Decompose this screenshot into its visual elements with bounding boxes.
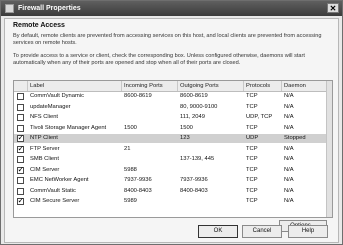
cell-daemon: N/A xyxy=(284,166,294,173)
cell-label: NFS Client xyxy=(30,114,59,120)
cell-incoming-ports: 5989 xyxy=(124,198,137,204)
cell-label: EMC NetWorker Agent xyxy=(30,177,89,183)
row-checkbox[interactable] xyxy=(17,156,24,163)
remote-access-panel: Remote Access By default, remote clients… xyxy=(4,18,339,243)
cell-label: SMB Client xyxy=(30,156,59,162)
cell-protocols: UDP, TCP xyxy=(246,114,273,120)
cell-outgoing-ports: 111, 2049 xyxy=(180,114,205,120)
cell-outgoing-ports: 8400-8403 xyxy=(180,187,208,194)
cell-protocols: TCP xyxy=(246,145,258,152)
table-row[interactable]: SMB Client 137-139, 445 TCP N/A xyxy=(14,155,332,164)
cell-protocols: TCP xyxy=(246,177,258,183)
cell-incoming-ports xyxy=(122,113,178,122)
cell-protocols: TCP xyxy=(246,103,258,110)
cell-outgoing-ports: 123 xyxy=(180,135,190,141)
table-row[interactable]: CIM Secure Server 5989 TCP N/A xyxy=(14,196,332,206)
cell-label: Tivoli Storage Manager Agent xyxy=(30,124,107,131)
row-checkbox[interactable] xyxy=(17,133,24,142)
cancel-button[interactable]: Cancel xyxy=(242,225,282,238)
row-checkbox[interactable] xyxy=(17,187,24,195)
header-protocols[interactable]: Protocols xyxy=(244,81,282,91)
cell-outgoing-ports xyxy=(178,145,244,154)
table-row[interactable]: Tivoli Storage Manager Agent 1500 1500 TCP N… xyxy=(14,124,332,133)
cell-daemon: N/A xyxy=(284,198,294,204)
cell-daemon: N/A xyxy=(284,145,294,152)
cell-label: NTP Client xyxy=(30,135,58,141)
table-row[interactable]: CIM Server 5988 TCP N/A xyxy=(14,165,332,175)
cell-incoming-ports: 5988 xyxy=(124,166,137,173)
row-checkbox[interactable] xyxy=(17,124,24,132)
header-incoming-ports[interactable]: Incoming Ports xyxy=(122,81,178,91)
cell-label: CommVault Dynamic xyxy=(30,93,85,99)
cell-outgoing-ports: 1500 xyxy=(180,124,193,131)
row-checkbox[interactable] xyxy=(17,196,24,205)
cell-protocols: TCP xyxy=(246,187,258,194)
cell-daemon: N/A xyxy=(284,114,294,120)
cell-incoming-ports: 8400-8403 xyxy=(124,187,152,194)
row-checkbox[interactable] xyxy=(17,144,24,153)
header-label[interactable]: Label xyxy=(28,81,122,91)
cell-daemon: N/A xyxy=(284,93,294,99)
cell-incoming-ports: 21 xyxy=(124,145,131,152)
table-row[interactable]: CommVault Dynamic 8600-8619 8600-8619 TCP N/… xyxy=(14,92,332,101)
cell-incoming-ports: 8600-8619 xyxy=(124,93,152,99)
table-header: Label Incoming Ports Outgoing Ports Prot… xyxy=(14,81,332,92)
cell-daemon: N/A xyxy=(284,177,294,183)
header-daemon[interactable]: Daemon xyxy=(282,81,328,91)
cell-daemon: N/A xyxy=(284,124,294,131)
header-outgoing-ports[interactable]: Outgoing Ports xyxy=(178,81,244,91)
cell-outgoing-ports: 8600-8619 xyxy=(180,93,208,99)
cell-label: CIM Secure Server xyxy=(30,198,80,204)
window-icon xyxy=(5,4,14,13)
cell-daemon: N/A xyxy=(284,187,294,194)
table-row[interactable]: updateManager 80, 9000-9100 TCP N/A xyxy=(14,103,332,112)
description-default: By default, remote clients are prevented… xyxy=(13,33,322,46)
close-button[interactable]: ✕ xyxy=(327,3,339,13)
help-button[interactable]: Help xyxy=(288,225,328,238)
cell-outgoing-ports: 137-139, 445 xyxy=(180,156,215,162)
table-row[interactable]: EMC NetWorker Agent 7937-9936 7937-9936 TCP… xyxy=(14,176,332,185)
table-scrollbar[interactable] xyxy=(326,81,332,217)
section-title: Remote Access xyxy=(13,22,65,29)
row-checkbox[interactable] xyxy=(17,103,24,111)
cell-outgoing-ports: 80, 9000-9100 xyxy=(180,103,218,110)
cell-label: FTP Server xyxy=(30,145,60,152)
cell-outgoing-ports xyxy=(178,197,244,206)
row-checkbox[interactable] xyxy=(17,114,24,121)
cell-protocols: TCP xyxy=(246,93,258,99)
ok-button[interactable]: OK xyxy=(198,225,238,238)
cell-incoming-ports xyxy=(122,155,178,164)
cell-protocols: TCP xyxy=(246,124,258,131)
cell-protocols: TCP xyxy=(246,156,258,162)
cell-daemon: Stopped xyxy=(284,135,306,141)
cell-label: updateManager xyxy=(30,103,71,110)
cell-protocols: TCP xyxy=(246,166,258,173)
cell-protocols: UDP xyxy=(246,135,259,141)
firewall-properties-window: Firewall Properties ✕ Remote Access By d… xyxy=(0,0,343,245)
cell-protocols: TCP xyxy=(246,198,258,204)
row-checkbox[interactable] xyxy=(17,177,24,184)
cell-incoming-ports: 7937-9936 xyxy=(124,177,152,183)
cell-daemon: N/A xyxy=(284,103,294,110)
header-checkbox-column xyxy=(14,81,28,91)
cell-incoming-ports: 1500 xyxy=(124,124,137,131)
cell-incoming-ports xyxy=(122,103,178,112)
cell-outgoing-ports: 7937-9936 xyxy=(180,177,208,183)
row-checkbox[interactable] xyxy=(17,165,24,174)
table-row[interactable]: NTP Client 123 UDP Stopped xyxy=(14,133,332,143)
window-title: Firewall Properties xyxy=(18,5,81,12)
table-row[interactable]: NFS Client 111, 2049 UDP, TCP N/A xyxy=(14,113,332,122)
cell-outgoing-ports xyxy=(178,166,244,175)
services-table: Label Incoming Ports Outgoing Ports Prot… xyxy=(13,80,333,218)
table-row[interactable]: FTP Server 21 TCP N/A xyxy=(14,144,332,154)
cell-incoming-ports xyxy=(122,134,178,143)
cell-daemon: N/A xyxy=(284,156,294,162)
cell-label: CommVault Static xyxy=(30,187,76,194)
description-instructions: To provide access to a service or client… xyxy=(13,53,305,66)
row-checkbox[interactable] xyxy=(17,93,24,100)
table-row[interactable]: CommVault Static 8400-8403 8400-8403 TCP N/A xyxy=(14,187,332,196)
cell-label: CIM Server xyxy=(30,166,60,173)
title-bar: Firewall Properties ✕ xyxy=(1,1,342,16)
